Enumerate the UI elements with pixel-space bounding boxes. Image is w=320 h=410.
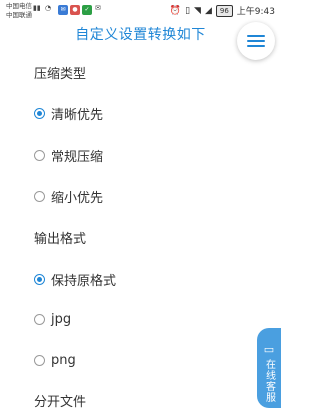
hamburger-icon	[247, 35, 265, 47]
option-clarity-first[interactable]: 清晰优先	[34, 104, 103, 123]
service-label: 在线客服	[263, 359, 275, 403]
wifi-icon: ◔	[45, 4, 52, 12]
notification-icon: ✉	[95, 4, 101, 12]
output-format-title: 输出格式	[34, 232, 87, 247]
option-label: 保持原格式	[51, 274, 117, 289]
split-files-title: 分开文件	[34, 395, 87, 410]
header: 自定义设置转换如下	[0, 22, 281, 60]
signal-icon: ◢	[204, 5, 212, 16]
compress-type-title: 压缩类型	[34, 67, 87, 82]
menu-button[interactable]	[237, 22, 275, 60]
battery-indicator: 96	[215, 4, 233, 17]
status-bar: 中国电信 中国联通 ▮▮ ◔ ✉ ● ✓ ✉ ⏰ ▯ ◥ ◢ 96 上午9:43	[0, 0, 281, 22]
alarm-icon: ⏰	[169, 5, 182, 16]
app-icon: ●	[70, 5, 80, 15]
status-right: ⏰ ▯ ◥ ◢ 96 上午9:43	[170, 4, 275, 17]
option-label: 清晰优先	[51, 108, 104, 123]
radio-button[interactable]	[34, 274, 45, 285]
option-keep-format[interactable]: 保持原格式	[34, 270, 116, 289]
carrier-1: 中国电信	[6, 2, 32, 10]
option-label: 常规压缩	[51, 150, 104, 165]
option-label: 缩小优先	[51, 191, 104, 206]
signal-icon: ▮▮	[33, 4, 41, 12]
option-label: jpg	[51, 312, 72, 327]
app-icon: ✓	[82, 5, 92, 15]
radio-button[interactable]	[34, 108, 45, 119]
option-jpg[interactable]: jpg	[34, 312, 71, 327]
radio-button[interactable]	[34, 355, 45, 366]
radio-button[interactable]	[34, 314, 45, 325]
carrier-2: 中国联通	[6, 11, 32, 19]
vibrate-icon: ▯	[185, 5, 191, 16]
option-label: png	[51, 353, 76, 368]
carrier-info: 中国电信 中国联通	[6, 2, 32, 20]
option-shrink-first[interactable]: 缩小优先	[34, 187, 103, 206]
option-png[interactable]: png	[34, 353, 76, 368]
online-service-button[interactable]: ▭ 在线客服	[257, 328, 281, 408]
radio-button[interactable]	[34, 191, 45, 202]
app-icon: ✉	[58, 5, 68, 15]
clock: 上午9:43	[236, 7, 275, 17]
wifi-icon: ◥	[194, 5, 201, 16]
chat-icon: ▭	[263, 343, 275, 356]
option-normal-compress[interactable]: 常规压缩	[34, 146, 103, 165]
radio-button[interactable]	[34, 150, 45, 161]
